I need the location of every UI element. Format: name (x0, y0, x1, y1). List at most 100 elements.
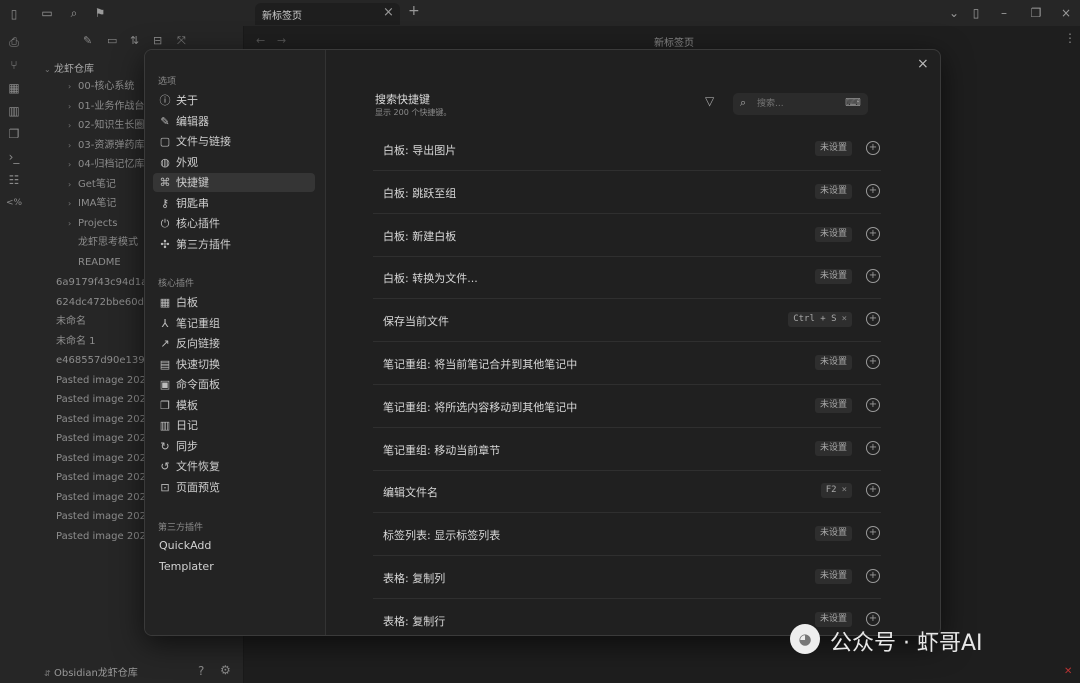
filter-icon[interactable]: ▽ (705, 94, 714, 108)
tab-new[interactable]: 新标签页 × (255, 3, 400, 25)
file-item[interactable]: Pasted image 2026 (56, 469, 144, 487)
add-hotkey-icon[interactable]: + (866, 483, 880, 498)
settings-icon[interactable]: ⚙ (220, 663, 231, 677)
hotkey-binding[interactable]: F2 × (820, 483, 852, 499)
nav-item[interactable]: ▤ 快速切换 (153, 355, 315, 374)
keyboard-icon[interactable]: ⌨ (845, 96, 861, 109)
percent-icon[interactable]: <% (6, 195, 22, 211)
nav-item[interactable]: ◍ 外观 (153, 153, 315, 172)
nav-plugin-item[interactable]: Templater (159, 560, 214, 573)
file-item[interactable]: e468557d90e13933 (56, 352, 144, 370)
collapse-icon[interactable]: ⊟ (153, 34, 162, 47)
search-icon[interactable]: ⌕ (66, 5, 82, 21)
add-hotkey-icon[interactable]: + (866, 141, 880, 155)
restore-icon[interactable]: ❐ (1028, 5, 1044, 21)
switcher-icon: ▤ (159, 357, 171, 371)
nav-item[interactable]: ⓘ 关于 (153, 91, 315, 110)
file-item[interactable]: Pasted image 2026 (56, 411, 144, 429)
nav-item[interactable]: ↗ 反向链接 (153, 334, 315, 353)
file-item[interactable]: 624dc472bbe60d5c (56, 294, 144, 312)
nav-item[interactable]: ⅄ 笔记重组 (153, 314, 315, 333)
nav-item[interactable]: ▥ 日记 (153, 416, 315, 435)
folder-icon[interactable]: ▭ (39, 5, 55, 21)
file-item[interactable]: Pasted image 2026 (56, 489, 144, 507)
new-folder-icon[interactable]: ▭ (107, 34, 117, 47)
add-hotkey-icon[interactable]: + (866, 397, 880, 412)
add-hotkey-icon[interactable]: + (866, 440, 880, 455)
open-file-icon[interactable]: ⎙ (6, 34, 22, 50)
graph-icon[interactable]: ⑂ (6, 57, 22, 73)
add-hotkey-icon[interactable]: + (866, 355, 880, 369)
sidebar-toggle-icon[interactable]: ▯ (6, 6, 22, 22)
file-item[interactable]: Pasted image 2026 (56, 450, 144, 468)
file-item[interactable]: Pasted image 2026 (56, 528, 144, 546)
file-item[interactable]: Pasted image 2026 (56, 372, 144, 390)
nav-item[interactable]: ⌘ 快捷键 (153, 173, 315, 192)
hotkey-binding[interactable]: Ctrl + S × (788, 312, 852, 328)
vault-switcher[interactable]: ⇵ Obsidian龙虾仓库 (44, 664, 138, 679)
file-item[interactable]: Pasted image 2026 (56, 430, 144, 448)
sort-icon[interactable]: ⇅ (130, 34, 139, 47)
nav-section-header: 第三方插件 (158, 523, 204, 533)
nav-item-label: 钥匙串 (176, 196, 209, 210)
nav-item[interactable]: ✎ 编辑器 (153, 112, 315, 131)
new-note-icon[interactable]: ✎ (83, 34, 92, 47)
chevron-right-icon: › (68, 82, 72, 91)
nav-item[interactable]: ▣ 命令面板 (153, 375, 315, 394)
nav-item[interactable]: ▢ 文件与链接 (153, 132, 315, 151)
nav-item[interactable]: ↻ 同步 (153, 437, 315, 456)
hotkeys-count: 显示 200 个快捷键。 (375, 108, 452, 117)
chevron-right-icon: › (68, 101, 72, 111)
canvas-icon[interactable]: ▦ (6, 80, 22, 96)
file-item[interactable]: Pasted image 2026 (56, 508, 144, 526)
bookmark-icon[interactable]: ⚑ (92, 5, 108, 21)
file-item[interactable]: 6a9179f43c94d1a51 (56, 274, 144, 292)
nav-item[interactable]: ▦ 白板 (153, 293, 315, 312)
nav-plugin-item[interactable]: QuickAdd (159, 539, 211, 552)
add-hotkey-icon[interactable]: + (866, 569, 880, 583)
remove-hotkey-icon[interactable]: × (842, 314, 847, 324)
file-item[interactable]: 未命名 (56, 313, 144, 331)
hotkey-search[interactable]: ⌕ ⌨ (733, 93, 868, 115)
sidebar-right-icon[interactable]: ▯ (968, 5, 984, 21)
expand-icon[interactable]: ⤧ (177, 34, 186, 48)
copy-icon[interactable]: ❐ (6, 126, 22, 142)
nav-item[interactable]: ⚷ 钥匙串 (153, 194, 315, 213)
nav-item[interactable]: ❐ 模板 (153, 396, 315, 415)
chevron-right-icon: › (68, 218, 72, 228)
file-item[interactable]: 未命名 1 (56, 333, 144, 351)
chevron-down-icon[interactable]: ⌄ (946, 5, 962, 21)
sync-status-icon[interactable]: ✕ (1064, 666, 1072, 677)
tree-item-label: 00-核心系统 (78, 81, 135, 92)
list-icon[interactable]: ☷ (6, 172, 22, 188)
add-hotkey-icon[interactable]: + (866, 526, 880, 541)
help-icon[interactable]: ? (198, 664, 204, 678)
terminal-icon[interactable]: ›_ (6, 149, 22, 165)
nav-item[interactable]: ⊡ 页面预览 (153, 478, 315, 497)
nav-item[interactable]: ⏻ 核心插件 (153, 214, 315, 233)
hotkey-row: 白板: 转换为文件... 未设置 + (373, 256, 881, 300)
nav-item[interactable]: ✣ 第三方插件 (153, 235, 315, 254)
tab-close-icon[interactable]: × (383, 5, 394, 20)
window-close-icon[interactable]: × (1058, 5, 1074, 21)
nav-item[interactable]: ↺ 文件恢复 (153, 457, 315, 476)
remove-hotkey-icon[interactable]: × (842, 485, 847, 495)
modal-close-icon[interactable]: × (917, 56, 929, 72)
vault-root[interactable]: ⌄ 龙虾仓库 (44, 60, 94, 75)
forward-icon[interactable]: → (277, 34, 286, 47)
add-hotkey-icon[interactable]: + (866, 183, 880, 198)
more-options-icon[interactable]: ⋮ (1064, 31, 1076, 45)
hotkeys-panel: 搜索快捷键 显示 200 个快捷键。 ▽ ⌕ ⌨ 白板: 导出图片未设置+白板:… (353, 74, 893, 635)
minimize-icon[interactable]: – (996, 5, 1012, 21)
add-hotkey-icon[interactable]: + (866, 226, 880, 241)
hotkey-unset-badge: 未设置 (814, 141, 852, 156)
add-hotkey-icon[interactable]: + (866, 312, 880, 327)
calendar-icon[interactable]: ▥ (6, 103, 22, 119)
back-icon[interactable]: ← (256, 34, 265, 47)
watermark-text: 公众号 · 虾哥AI (830, 631, 983, 656)
file-item[interactable]: Pasted image 2026 (56, 391, 144, 409)
tree-item-label: 龙虾思考模式 (78, 237, 138, 248)
hotkey-search-input[interactable] (757, 96, 837, 112)
add-hotkey-icon[interactable]: + (866, 269, 880, 284)
new-tab-button[interactable]: + (408, 3, 420, 19)
